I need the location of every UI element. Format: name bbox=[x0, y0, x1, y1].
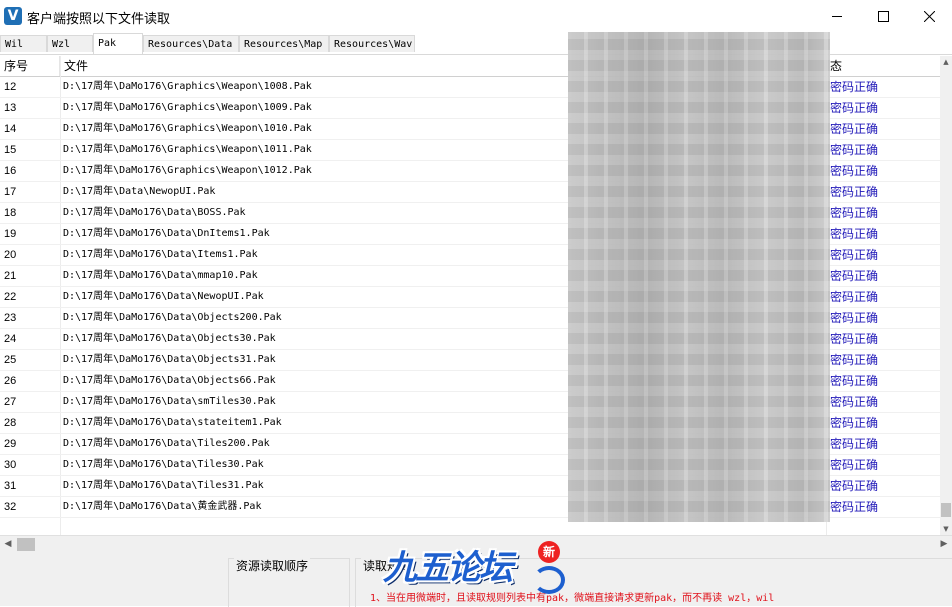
row-file-path: D:\17周年\DaMo176\Data\Objects31.Pak bbox=[63, 354, 276, 365]
scroll-right-arrow-icon[interactable]: ▶ bbox=[936, 536, 952, 553]
row-file-path: D:\17周年\DaMo176\Data\Tiles30.Pak bbox=[63, 459, 264, 470]
watermark-text: 九五论坛 bbox=[383, 548, 513, 588]
scroll-up-arrow-icon[interactable]: ▲ bbox=[940, 56, 952, 68]
row-number: 29 bbox=[4, 438, 17, 450]
row-number: 27 bbox=[4, 396, 17, 408]
row-file-path: D:\17周年\DaMo176\Data\黄金武器.Pak bbox=[63, 501, 262, 512]
row-status: 密码正确 bbox=[830, 206, 879, 220]
row-file-path: D:\17周年\DaMo176\Data\NewopUI.Pak bbox=[63, 291, 264, 302]
row-status: 密码正确 bbox=[830, 458, 879, 472]
row-file-path: D:\17周年\DaMo176\Graphics\Weapon\1008.Pak bbox=[63, 81, 312, 92]
row-file-path: D:\17周年\DaMo176\Data\Tiles31.Pak bbox=[63, 480, 264, 491]
row-status: 密码正确 bbox=[830, 374, 879, 388]
watermark-swirl-icon bbox=[533, 566, 565, 594]
row-status: 密码正确 bbox=[830, 269, 879, 283]
tab-pak[interactable]: Pak bbox=[93, 33, 143, 54]
row-number: 20 bbox=[4, 249, 17, 261]
row-number: 31 bbox=[4, 480, 17, 492]
tab-resources-data[interactable]: Resources\Data bbox=[143, 35, 239, 52]
row-file-path: D:\17周年\DaMo176\Graphics\Weapon\1010.Pak bbox=[63, 123, 312, 134]
title-bar: V 客户端按照以下文件读取 bbox=[0, 0, 952, 32]
maximize-button[interactable] bbox=[860, 0, 906, 32]
redacted-area bbox=[568, 32, 830, 522]
resource-order-title: 资源读取顺序 bbox=[234, 557, 311, 574]
row-number: 14 bbox=[4, 123, 17, 135]
row-file-path: D:\17周年\DaMo176\Data\smTiles30.Pak bbox=[63, 396, 276, 407]
row-file-path: D:\17周年\DaMo176\Data\mmap10.Pak bbox=[63, 270, 258, 281]
row-file-path: D:\17周年\DaMo176\Graphics\Weapon\1012.Pak bbox=[63, 165, 312, 176]
row-number: 22 bbox=[4, 291, 17, 303]
row-number: 28 bbox=[4, 417, 17, 429]
row-file-path: D:\17周年\DaMo176\Data\Tiles200.Pak bbox=[63, 438, 270, 449]
row-number: 12 bbox=[4, 81, 17, 93]
tab-wil[interactable]: Wil bbox=[0, 35, 47, 52]
tab-wzl[interactable]: Wzl bbox=[47, 35, 93, 52]
row-number: 25 bbox=[4, 354, 17, 366]
row-status: 密码正确 bbox=[830, 248, 879, 262]
row-file-path: D:\17周年\DaMo176\Data\Objects30.Pak bbox=[63, 333, 276, 344]
row-file-path: D:\17周年\DaMo176\Graphics\Weapon\1009.Pak bbox=[63, 102, 312, 113]
row-number: 30 bbox=[4, 459, 17, 471]
row-file-path: D:\17周年\DaMo176\Data\Objects66.Pak bbox=[63, 375, 276, 386]
row-number: 24 bbox=[4, 333, 17, 345]
row-status: 密码正确 bbox=[830, 479, 879, 493]
row-number: 21 bbox=[4, 270, 17, 282]
row-file-path: D:\17周年\DaMo176\Data\Objects200.Pak bbox=[63, 312, 282, 323]
scroll-left-arrow-icon[interactable]: ◀ bbox=[0, 536, 16, 553]
row-number: 15 bbox=[4, 144, 17, 156]
row-file-path: D:\17周年\DaMo176\Graphics\Weapon\1011.Pak bbox=[63, 144, 312, 155]
tab-resources-wav[interactable]: Resources\Wav bbox=[329, 35, 415, 52]
app-icon: V bbox=[4, 7, 22, 25]
window-title: 客户端按照以下文件读取 bbox=[27, 12, 171, 27]
scroll-down-arrow-icon[interactable]: ▼ bbox=[940, 523, 952, 535]
row-file-path: D:\17周年\DaMo176\Data\Items1.Pak bbox=[63, 249, 258, 260]
row-number: 16 bbox=[4, 165, 17, 177]
row-status: 密码正确 bbox=[830, 332, 879, 346]
row-status: 密码正确 bbox=[830, 395, 879, 409]
row-number: 17 bbox=[4, 186, 17, 198]
column-header-num[interactable]: 序号 bbox=[0, 56, 60, 76]
row-status: 密码正确 bbox=[830, 101, 879, 115]
tab-resources-map[interactable]: Resources\Map bbox=[239, 35, 329, 52]
watermark-badge: 新 bbox=[538, 541, 560, 563]
row-number: 18 bbox=[4, 207, 17, 219]
row-status: 密码正确 bbox=[830, 164, 879, 178]
row-status: 密码正确 bbox=[830, 143, 879, 157]
close-button[interactable] bbox=[906, 0, 952, 32]
row-status: 密码正确 bbox=[830, 227, 879, 241]
row-status: 密码正确 bbox=[830, 80, 879, 94]
column-header-status[interactable]: 态 bbox=[826, 56, 940, 76]
vertical-scroll-thumb[interactable] bbox=[941, 503, 951, 517]
row-file-path: D:\17周年\Data\NewopUI.Pak bbox=[63, 186, 216, 197]
row-status: 密码正确 bbox=[830, 290, 879, 304]
row-file-path: D:\17周年\DaMo176\Data\stateitem1.Pak bbox=[63, 417, 282, 428]
vertical-scrollbar[interactable]: ▲ ▼ bbox=[940, 56, 952, 535]
row-number: 19 bbox=[4, 228, 17, 240]
row-status: 密码正确 bbox=[830, 437, 879, 451]
row-status: 密码正确 bbox=[830, 122, 879, 136]
row-number: 26 bbox=[4, 375, 17, 387]
row-status: 密码正确 bbox=[830, 353, 879, 367]
row-file-path: D:\17周年\DaMo176\Data\DnItems1.Pak bbox=[63, 228, 270, 239]
row-status: 密码正确 bbox=[830, 185, 879, 199]
row-number: 23 bbox=[4, 312, 17, 324]
minimize-button[interactable] bbox=[814, 0, 860, 32]
row-number: 32 bbox=[4, 501, 17, 513]
watermark-logo: 九五论坛 新 bbox=[383, 540, 565, 598]
close-icon bbox=[924, 11, 935, 22]
row-number: 13 bbox=[4, 102, 17, 114]
row-status: 密码正确 bbox=[830, 311, 879, 325]
row-status: 密码正确 bbox=[830, 500, 879, 514]
column-header-file[interactable]: 文件 bbox=[60, 56, 570, 76]
row-status: 密码正确 bbox=[830, 416, 879, 430]
horizontal-scroll-thumb[interactable] bbox=[17, 538, 35, 551]
row-file-path: D:\17周年\DaMo176\Data\BOSS.Pak bbox=[63, 207, 246, 218]
